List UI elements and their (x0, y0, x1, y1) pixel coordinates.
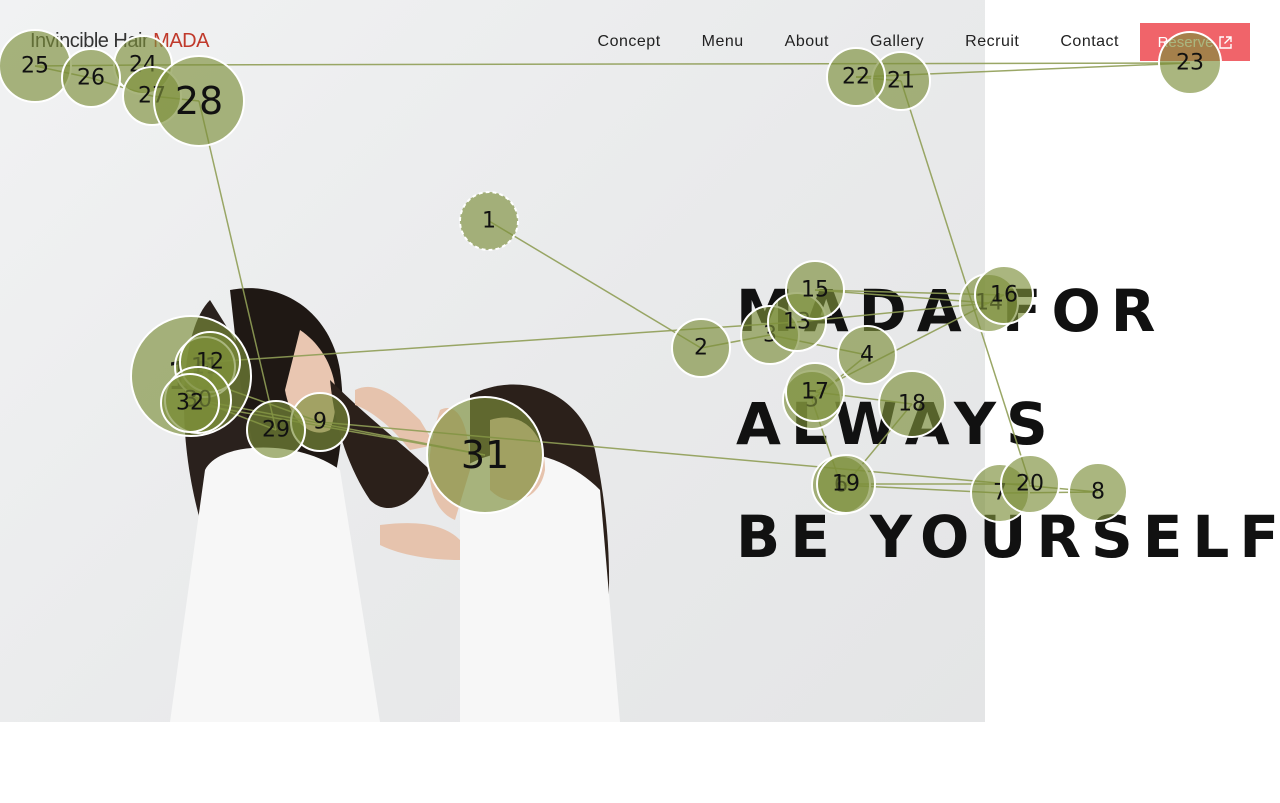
nav-concept[interactable]: Concept (598, 33, 661, 51)
site-logo[interactable]: Invincible Hair MADA (30, 30, 209, 53)
nav-contact[interactable]: Contact (1060, 33, 1119, 51)
external-link-icon (1219, 35, 1233, 49)
right-person-illustration (355, 384, 620, 722)
nav-menu[interactable]: Menu (702, 33, 744, 51)
reserve-label: Reserve (1157, 33, 1214, 51)
logo-accent: MADA (153, 30, 209, 52)
nav-gallery[interactable]: Gallery (870, 33, 924, 51)
main-nav: Concept Menu About Gallery Recruit Conta… (557, 22, 1250, 62)
hero-headline: MADA FOR ALWAYS BE YOURSELF. (736, 255, 1280, 594)
logo-text: Invincible Hair (30, 30, 149, 52)
left-person-illustration (170, 288, 430, 722)
headline-line-1: MADA FOR (736, 277, 1166, 345)
nav-recruit[interactable]: Recruit (965, 33, 1019, 51)
headline-line-2: ALWAYS (736, 390, 1058, 458)
reserve-button[interactable]: Reserve (1140, 23, 1250, 61)
headline-line-3: BE YOURSELF. (736, 503, 1280, 571)
nav-about[interactable]: About (785, 33, 829, 51)
